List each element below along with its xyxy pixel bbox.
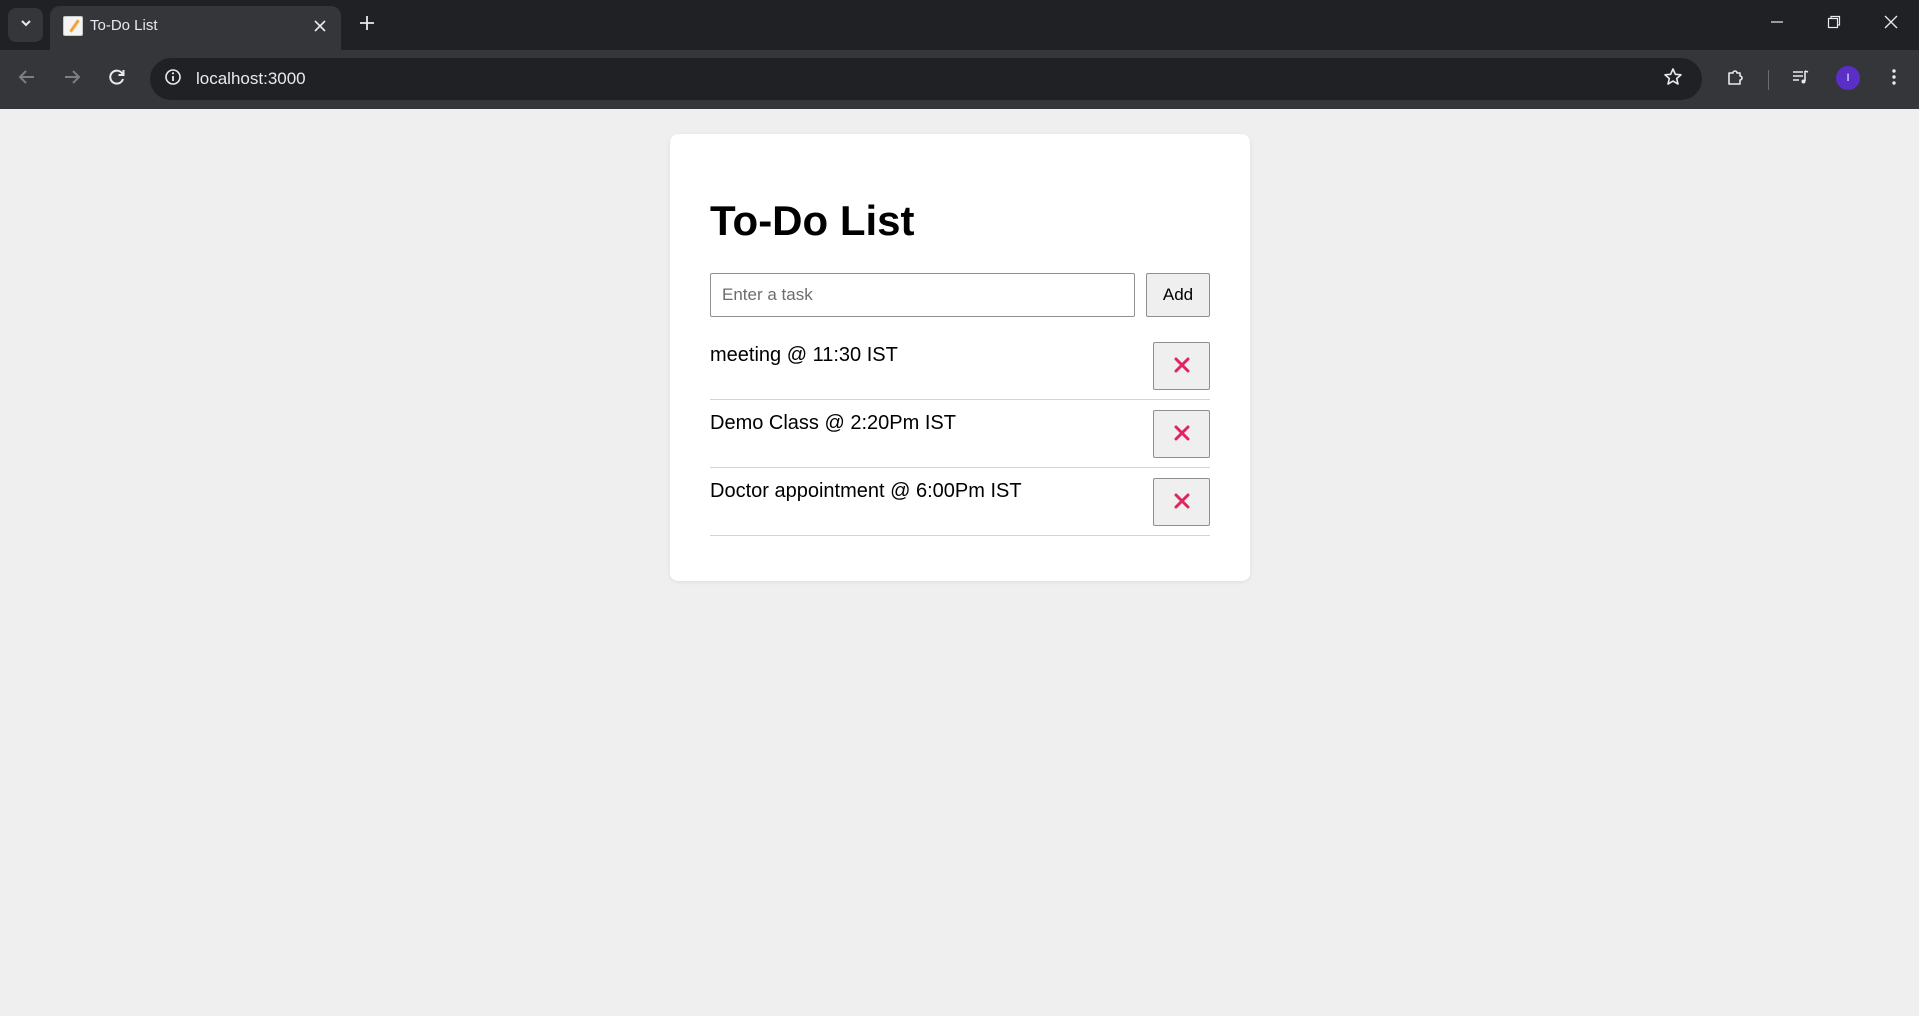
arrow-right-icon <box>63 68 81 91</box>
memo-icon <box>63 16 83 36</box>
task-list: meeting @ 11:30 IST Demo Class @ 2:20Pm … <box>710 332 1210 536</box>
profile-avatar[interactable]: I <box>1836 66 1860 90</box>
browser-tab[interactable]: To-Do List <box>50 6 341 50</box>
star-icon <box>1663 67 1683 92</box>
page-title: To-Do List <box>710 197 915 244</box>
media-controls-button[interactable] <box>1786 64 1816 94</box>
close-icon <box>1884 15 1898 34</box>
delete-task-button[interactable] <box>1153 478 1210 526</box>
new-tab-button[interactable] <box>352 10 382 40</box>
close-icon[interactable] <box>310 16 330 36</box>
task-text: Doctor appointment @ 6:00Pm IST <box>710 480 1022 502</box>
todo-card: To-Do List Add meeting @ 11:30 IST Demo … <box>670 134 1250 581</box>
url-text[interactable]: localhost:3000 <box>196 69 306 89</box>
arrow-left-icon <box>18 68 36 91</box>
browser-menu-button[interactable] <box>1879 64 1909 94</box>
task-item: Demo Class @ 2:20Pm IST <box>710 400 1210 468</box>
back-button[interactable] <box>12 64 42 94</box>
tab-search-button[interactable] <box>8 8 43 42</box>
task-item: Doctor appointment @ 6:00Pm IST <box>710 468 1210 536</box>
forward-button[interactable] <box>57 64 87 94</box>
browser-tab-bar: To-Do List <box>0 0 1919 50</box>
minimize-icon <box>1770 15 1784 34</box>
task-input[interactable] <box>710 273 1135 317</box>
plus-icon <box>359 15 375 36</box>
delete-task-button[interactable] <box>1153 410 1210 458</box>
delete-task-button[interactable] <box>1153 342 1210 390</box>
media-queue-icon <box>1791 67 1811 92</box>
extensions-button[interactable] <box>1721 64 1751 94</box>
add-button[interactable]: Add <box>1146 273 1210 317</box>
restore-icon <box>1827 15 1841 34</box>
task-text: meeting @ 11:30 IST <box>710 344 898 366</box>
restore-button[interactable] <box>1811 5 1857 43</box>
task-text: Demo Class @ 2:20Pm IST <box>710 412 956 434</box>
kebab-menu-icon <box>1891 67 1897 92</box>
task-item: meeting @ 11:30 IST <box>710 332 1210 400</box>
browser-toolbar: localhost:3000 I <box>0 50 1919 109</box>
x-icon <box>1174 357 1190 376</box>
bookmark-button[interactable] <box>1660 66 1686 92</box>
address-bar[interactable]: localhost:3000 <box>150 58 1702 100</box>
site-info-button[interactable] <box>160 66 186 92</box>
info-icon <box>164 68 182 91</box>
page-viewport: To-Do List Add meeting @ 11:30 IST Demo … <box>0 109 1919 1016</box>
chevron-down-icon <box>19 16 33 35</box>
reload-button[interactable] <box>102 64 132 94</box>
puzzle-icon <box>1726 67 1746 92</box>
x-icon <box>1174 493 1190 512</box>
reload-icon <box>108 68 126 91</box>
toolbar-divider <box>1768 70 1769 90</box>
close-window-button[interactable] <box>1868 5 1914 43</box>
minimize-button[interactable] <box>1754 5 1800 43</box>
x-icon <box>1174 425 1190 444</box>
tab-title: To-Do List <box>90 17 158 34</box>
